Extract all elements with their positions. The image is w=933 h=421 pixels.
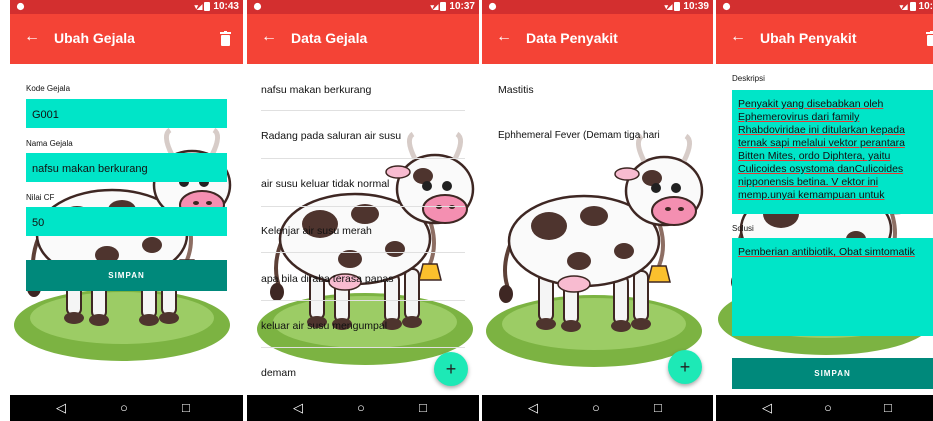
status-bar: ▾◢ 10:39 bbox=[482, 0, 713, 14]
phone-data-gejala: ▾◢ 10:37 ← Data Gejala nafsu makan berku… bbox=[247, 0, 479, 421]
penyakit-list: Mastitis Ephhemeral Fever (Demam tiga ha… bbox=[482, 64, 713, 395]
gejala-list: nafsu makan berkurang Radang pada salura… bbox=[247, 64, 479, 395]
phone-ubah-penyakit: ▾◢ 10: ← Ubah Penyakit Deskripsi Penyaki… bbox=[716, 0, 933, 421]
signal-icon: ▾◢ bbox=[194, 3, 203, 11]
status-time: 10:39 bbox=[683, 1, 709, 12]
nav-home-icon[interactable]: ○ bbox=[357, 400, 365, 416]
notification-icon bbox=[722, 2, 731, 11]
battery-icon bbox=[674, 2, 681, 11]
add-fab-button[interactable]: + bbox=[434, 352, 468, 386]
page-title: Ubah Gejala bbox=[54, 30, 135, 46]
deskripsi-field[interactable]: Penyakit yang disebabkan oleh Ephemerovi… bbox=[732, 90, 933, 214]
nama-gejala-label: Nama Gejala bbox=[26, 139, 73, 148]
signal-icon: ▾◢ bbox=[899, 3, 908, 11]
trash-icon[interactable] bbox=[926, 31, 933, 46]
nav-bar: ◁ ○ □ bbox=[10, 395, 243, 421]
list-item[interactable]: air susu keluar tidak normal bbox=[261, 178, 389, 190]
list-item[interactable]: demam bbox=[261, 367, 296, 379]
solusi-field[interactable]: Pemberian antibiotik, Obat simtomatik bbox=[732, 238, 933, 336]
notification-icon bbox=[253, 2, 262, 11]
back-arrow-icon[interactable]: ← bbox=[24, 28, 40, 46]
cow-illustration bbox=[484, 116, 712, 376]
app-bar: ← Data Penyakit bbox=[482, 14, 713, 64]
deskripsi-label: Deskripsi bbox=[732, 74, 765, 83]
back-arrow-icon[interactable]: ← bbox=[496, 28, 512, 46]
form-content: Kode Gejala G001 Nama Gejala nafsu makan… bbox=[10, 64, 243, 395]
nav-back-icon[interactable]: ◁ bbox=[293, 400, 303, 416]
kode-gejala-label: Kode Gejala bbox=[26, 84, 71, 93]
add-fab-button[interactable]: + bbox=[668, 350, 702, 384]
divider bbox=[261, 206, 465, 207]
simpan-button[interactable]: SIMPAN bbox=[732, 358, 933, 389]
nav-home-icon[interactable]: ○ bbox=[824, 400, 832, 416]
nav-bar: ◁ ○ □ bbox=[716, 395, 933, 421]
list-item[interactable]: apa bila diraba terasa panas bbox=[261, 273, 394, 285]
nilai-cf-label: Nilai CF bbox=[26, 193, 55, 202]
notification-icon bbox=[16, 2, 25, 11]
nav-recents-icon[interactable]: □ bbox=[654, 400, 662, 416]
status-bar: ▾◢ 10:43 bbox=[10, 0, 243, 14]
list-item[interactable]: keluar air susu mengumpal bbox=[261, 320, 387, 332]
deskripsi-text: Penyakit yang disebabkan oleh Ephemerovi… bbox=[738, 98, 905, 201]
battery-icon bbox=[909, 2, 916, 11]
nav-back-icon[interactable]: ◁ bbox=[56, 400, 66, 416]
nav-back-icon[interactable]: ◁ bbox=[528, 400, 538, 416]
list-item[interactable]: Ephhemeral Fever (Demam tiga hari bbox=[498, 130, 660, 141]
phone-data-penyakit: ▾◢ 10:39 ← Data Penyakit Mastitis Ephhem… bbox=[482, 0, 713, 421]
status-time: 10:37 bbox=[449, 1, 475, 12]
notification-icon bbox=[488, 2, 497, 11]
divider bbox=[261, 110, 465, 111]
trash-icon[interactable] bbox=[220, 31, 231, 46]
battery-icon bbox=[440, 2, 447, 11]
app-bar: ← Data Gejala bbox=[247, 14, 479, 64]
list-item[interactable]: Mastitis bbox=[498, 84, 534, 96]
cow-illustration bbox=[12, 110, 240, 370]
battery-icon bbox=[204, 2, 211, 11]
app-bar: ← Ubah Penyakit bbox=[716, 14, 933, 64]
nav-recents-icon[interactable]: □ bbox=[182, 400, 190, 416]
nama-gejala-field[interactable]: nafsu makan berkurang bbox=[26, 153, 227, 182]
list-item[interactable]: Radang pada saluran air susu bbox=[261, 130, 401, 142]
status-bar: ▾◢ 10:37 bbox=[247, 0, 479, 14]
status-bar: ▾◢ 10: bbox=[716, 0, 933, 14]
page-title: Data Penyakit bbox=[526, 30, 618, 46]
back-arrow-icon[interactable]: ← bbox=[261, 28, 277, 46]
nav-bar: ◁ ○ □ bbox=[482, 395, 713, 421]
cow-illustration bbox=[255, 114, 479, 374]
nav-home-icon[interactable]: ○ bbox=[592, 400, 600, 416]
divider bbox=[261, 347, 465, 348]
status-time: 10:43 bbox=[213, 1, 239, 12]
nav-recents-icon[interactable]: □ bbox=[884, 400, 892, 416]
page-title: Ubah Penyakit bbox=[760, 30, 857, 46]
divider bbox=[261, 158, 465, 159]
signal-icon: ▾◢ bbox=[664, 3, 673, 11]
simpan-button[interactable]: SIMPAN bbox=[26, 260, 227, 291]
kode-gejala-field[interactable]: G001 bbox=[26, 99, 227, 128]
app-bar: ← Ubah Gejala bbox=[10, 14, 243, 64]
list-item[interactable]: Kelenjar air susu merah bbox=[261, 225, 372, 237]
form-content: Deskripsi Penyakit yang disebabkan oleh … bbox=[716, 64, 933, 395]
divider bbox=[261, 300, 465, 301]
screenshot-strip: ▾◢ 10:43 ← Ubah Gejala Kode Gejala G001 … bbox=[0, 0, 933, 421]
phone-ubah-gejala: ▾◢ 10:43 ← Ubah Gejala Kode Gejala G001 … bbox=[10, 0, 243, 421]
back-arrow-icon[interactable]: ← bbox=[730, 28, 746, 46]
nav-recents-icon[interactable]: □ bbox=[419, 400, 427, 416]
nav-back-icon[interactable]: ◁ bbox=[762, 400, 772, 416]
nav-bar: ◁ ○ □ bbox=[247, 395, 479, 421]
list-item[interactable]: nafsu makan berkurang bbox=[261, 84, 371, 96]
signal-icon: ▾◢ bbox=[430, 3, 439, 11]
solusi-label: Solusi bbox=[732, 224, 754, 233]
status-time: 10: bbox=[918, 1, 933, 12]
divider bbox=[261, 252, 465, 253]
nilai-cf-field[interactable]: 50 bbox=[26, 207, 227, 236]
solusi-text: Pemberian antibiotik, Obat simtomatik bbox=[738, 246, 915, 258]
page-title: Data Gejala bbox=[291, 30, 368, 46]
nav-home-icon[interactable]: ○ bbox=[120, 400, 128, 416]
